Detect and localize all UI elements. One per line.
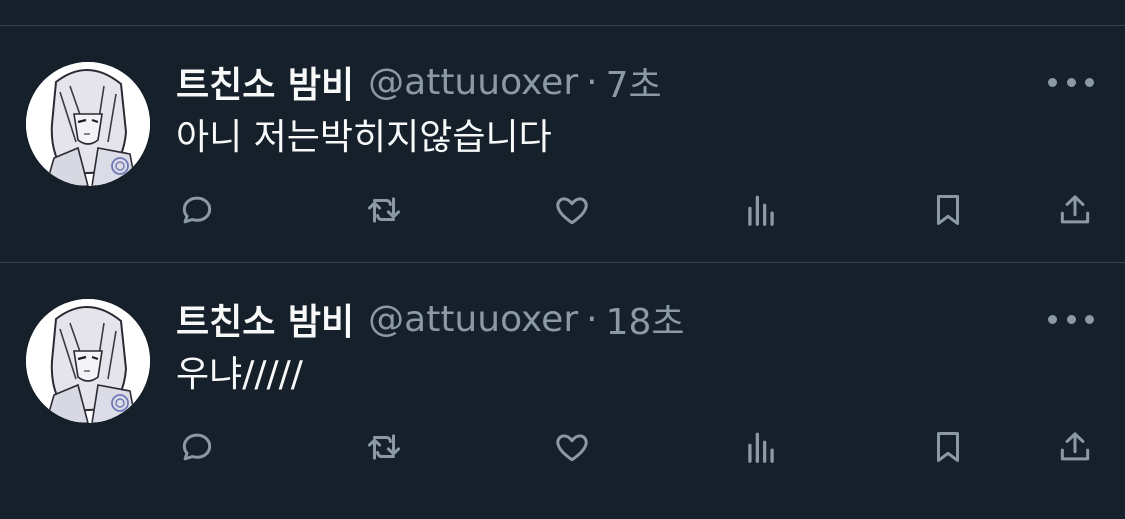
separator-dot: · [586, 298, 598, 340]
avatar-illustration [26, 299, 150, 423]
heart-icon [556, 197, 588, 225]
share-button[interactable] [1055, 427, 1095, 467]
heart-icon [556, 434, 588, 462]
bar-chart-icon [748, 195, 774, 226]
more-horizontal-icon [1048, 77, 1057, 87]
avatar-illustration [26, 62, 150, 186]
views-button[interactable] [741, 190, 781, 230]
bookmark-icon [936, 432, 960, 462]
timestamp[interactable]: 7초 [606, 56, 662, 108]
bookmark-button[interactable] [928, 190, 968, 230]
tweet-text: 우냐///// [176, 354, 303, 395]
more-horizontal-icon [1048, 314, 1057, 324]
user-handle[interactable]: @attuuoxer [368, 62, 578, 103]
more-options-button[interactable] [1048, 72, 1094, 92]
share-upload-icon [1060, 195, 1090, 224]
tweet[interactable]: 트친소 밤비 @attuuoxer · 7초 아니 저는박히지않습니다 [0, 52, 1125, 262]
bar-chart-icon [748, 432, 774, 463]
tweet-divider [0, 262, 1125, 263]
tweet[interactable]: 트친소 밤비 @attuuoxer · 18초 우냐///// [0, 289, 1125, 519]
more-horizontal-icon [1066, 77, 1076, 87]
reply-button[interactable] [177, 427, 217, 467]
share-upload-icon [1060, 432, 1090, 461]
display-name[interactable]: 트친소 밤비 [176, 56, 354, 108]
retweet-icon [367, 197, 401, 223]
retweet-button[interactable] [364, 190, 404, 230]
tweet-actions [0, 190, 1125, 230]
avatar[interactable] [26, 299, 150, 423]
reply-bubble-icon [182, 196, 212, 224]
top-divider [0, 25, 1125, 26]
reply-button[interactable] [177, 190, 217, 230]
views-button[interactable] [741, 427, 781, 467]
reply-bubble-icon [182, 433, 212, 461]
separator-dot: · [586, 61, 598, 103]
bookmark-icon [936, 195, 960, 225]
more-horizontal-icon [1085, 314, 1094, 324]
retweet-icon [367, 434, 401, 460]
retweet-button[interactable] [364, 427, 404, 467]
like-button[interactable] [552, 190, 592, 230]
share-button[interactable] [1055, 190, 1095, 230]
tweet-text: 아니 저는박히지않습니다 [176, 117, 552, 158]
display-name[interactable]: 트친소 밤비 [176, 293, 354, 345]
timestamp[interactable]: 18초 [606, 293, 685, 345]
tweet-header: 트친소 밤비 @attuuoxer · 7초 [176, 54, 662, 110]
user-handle[interactable]: @attuuoxer [368, 299, 578, 340]
avatar[interactable] [26, 62, 150, 186]
more-horizontal-icon [1066, 314, 1076, 324]
more-horizontal-icon [1085, 77, 1094, 87]
tweet-header: 트친소 밤비 @attuuoxer · 18초 [176, 291, 685, 347]
more-options-button[interactable] [1048, 309, 1094, 329]
like-button[interactable] [552, 427, 592, 467]
bookmark-button[interactable] [928, 427, 968, 467]
tweet-actions [0, 427, 1125, 467]
